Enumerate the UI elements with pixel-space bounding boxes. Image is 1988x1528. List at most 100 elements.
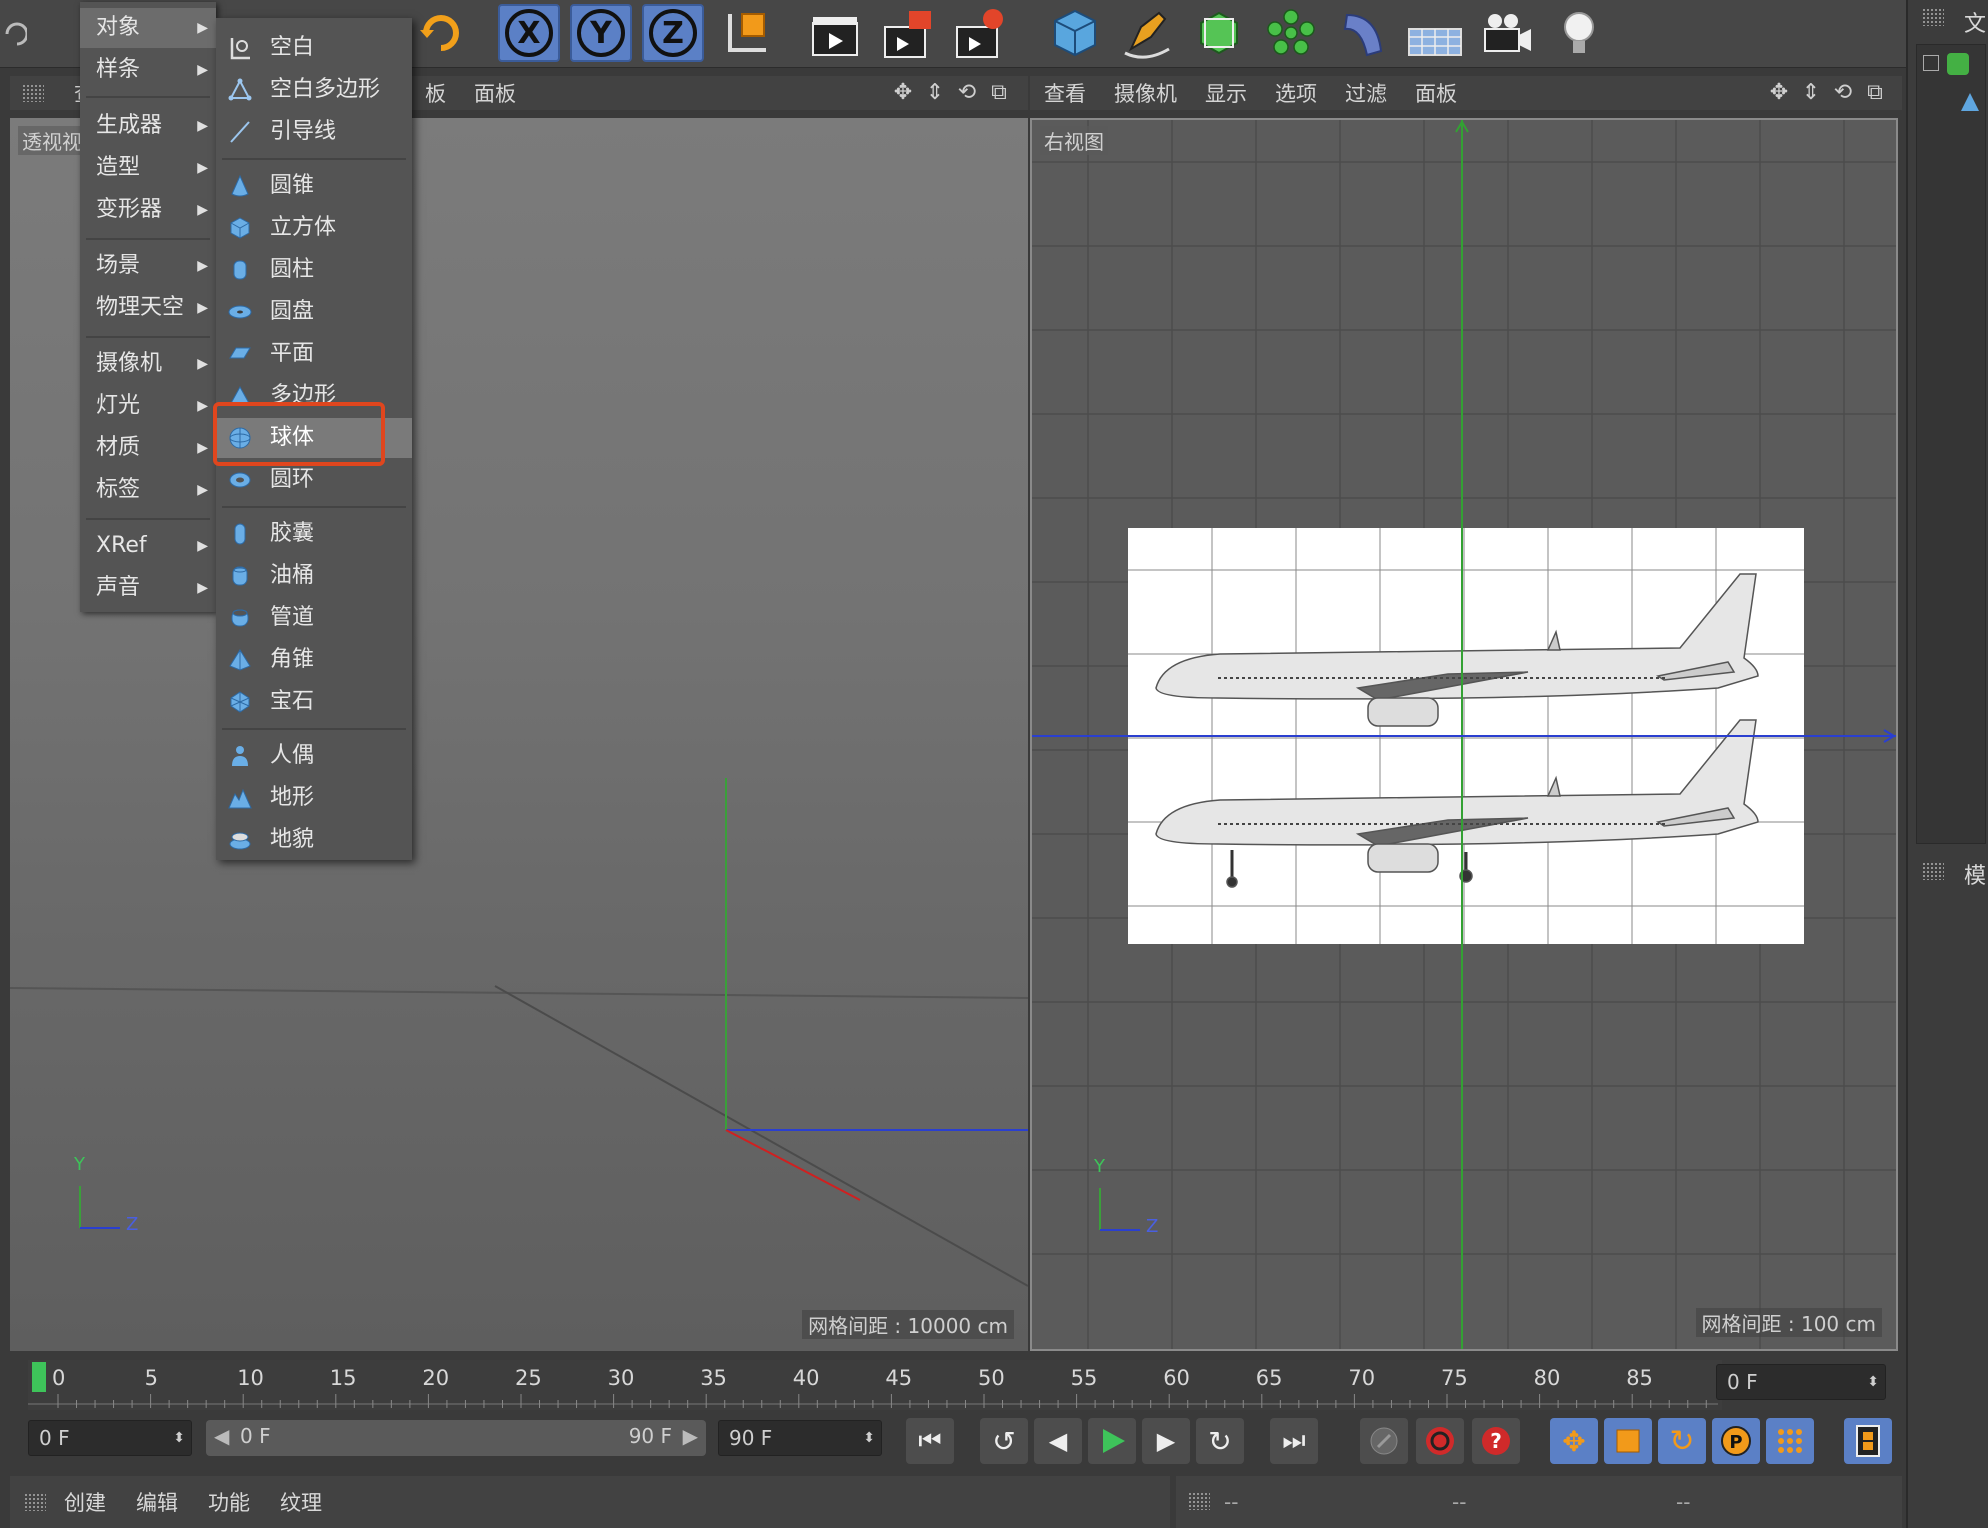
subdivision-node-icon[interactable] [1947, 53, 1969, 75]
zoom-view-icon[interactable]: ⇕ [922, 80, 948, 106]
floor-object-icon[interactable] [1404, 4, 1466, 62]
menu-item-tube[interactable]: 管道 [216, 598, 412, 638]
zoom-view-icon[interactable]: ⇕ [1798, 80, 1824, 106]
menu-item-tag[interactable]: 标签 ▶ [80, 470, 216, 510]
menu-item-oil-tank[interactable]: 油桶 [216, 556, 412, 596]
timeline-ruler[interactable]: 051015202530354045505560657075808590 [28, 1360, 1746, 1410]
go-to-end-button[interactable]: ⏭ [1270, 1418, 1318, 1464]
bend-deformer-icon[interactable] [1332, 4, 1394, 62]
previous-frame-button[interactable]: ◀ [1034, 1418, 1082, 1464]
filter-menu[interactable]: 过滤 [1345, 78, 1387, 108]
display-menu[interactable]: 显示 [1205, 78, 1247, 108]
pen-spline-icon[interactable] [1116, 4, 1178, 62]
scale-key-button[interactable] [1604, 1418, 1652, 1464]
timeline-window-button[interactable] [1844, 1418, 1892, 1464]
render-settings-icon[interactable] [948, 4, 1010, 62]
coordinates-grip-icon[interactable] [1188, 1492, 1210, 1510]
menu-item-null[interactable]: 空白 [216, 28, 412, 68]
rotate-view-icon[interactable]: ⟲ [954, 80, 980, 106]
menu-item-physical-sky[interactable]: 物理天空 ▶ [80, 288, 216, 328]
menu-item-xref[interactable]: XRef ▶ [80, 526, 216, 566]
menu-item-torus[interactable]: 圆环 [216, 460, 412, 500]
menu-item-scene[interactable]: 场景 ▶ [80, 246, 216, 286]
render-view-icon[interactable] [804, 4, 866, 62]
undo-icon[interactable] [0, 4, 30, 62]
menu-item-plane[interactable]: 平面 [216, 334, 412, 374]
menu-item-deformer[interactable]: 变形器 ▶ [80, 190, 216, 230]
next-key-button[interactable]: ↻ [1196, 1418, 1244, 1464]
render-picture-viewer-icon[interactable] [876, 4, 938, 62]
point-level-key-button[interactable] [1766, 1418, 1814, 1464]
polygon-node-icon[interactable] [1959, 91, 1981, 113]
camera-object-icon[interactable] [1476, 4, 1538, 62]
menu-item-platonic[interactable]: 宝石 [216, 682, 412, 722]
menu-item-relief[interactable]: 地貌 [216, 820, 412, 860]
cloner-icon[interactable] [1260, 4, 1322, 62]
previous-key-button[interactable]: ↺ [980, 1418, 1028, 1464]
menu-item-spline[interactable]: 样条 ▶ [80, 50, 216, 90]
camera-menu[interactable]: 摄像机 [1114, 78, 1177, 108]
light-object-icon[interactable] [1548, 4, 1610, 62]
move-view-icon[interactable]: ✥ [1766, 80, 1792, 106]
menu-item-sound[interactable]: 声音 ▶ [80, 568, 216, 608]
menu-item-cylinder[interactable]: 圆柱 [216, 250, 412, 290]
submenu-arrow-icon: ▶ [197, 202, 208, 218]
attribute-grip-icon[interactable] [1922, 862, 1944, 880]
menu-item-material[interactable]: 材质 ▶ [80, 428, 216, 468]
autokey-button[interactable] [1416, 1418, 1464, 1464]
record-keys-button[interactable] [1360, 1418, 1408, 1464]
create-menu-item[interactable]: 创建 [64, 1487, 106, 1517]
viewport-grip-icon[interactable] [22, 84, 44, 102]
maximize-view-icon[interactable]: ⧉ [1862, 80, 1888, 106]
coordinate-system-icon[interactable] [716, 4, 778, 62]
menu-item-object[interactable]: 对象 ▶ [80, 8, 216, 48]
menu-item-empty-polygon[interactable]: 空白多边形 [216, 70, 412, 110]
keyframe-selection-button[interactable]: ? [1472, 1418, 1520, 1464]
y-axis-lock-button[interactable]: Y [570, 4, 632, 62]
go-to-start-button[interactable]: ⏮ [906, 1418, 954, 1464]
tree-expand-icon[interactable] [1923, 55, 1939, 71]
right-viewport[interactable]: 右视图 Y Z 网格间距 : 100 cm [1030, 118, 1898, 1351]
menu-item-disc[interactable]: 圆盘 [216, 292, 412, 332]
panel-menu[interactable]: 面板 [474, 78, 516, 108]
menu-item-capsule[interactable]: 胶囊 [216, 514, 412, 554]
cube-object-icon[interactable] [1044, 4, 1106, 62]
menu-item-generator[interactable]: 生成器 ▶ [80, 106, 216, 146]
menu-item-light[interactable]: 灯光 ▶ [80, 386, 216, 426]
menu-item-cone[interactable]: 圆锥 [216, 166, 412, 206]
function-menu-item[interactable]: 功能 [208, 1487, 250, 1517]
stepper-icon[interactable]: ⬍ [1867, 1365, 1879, 1399]
panel-grip-icon[interactable] [1922, 8, 1944, 26]
options-menu[interactable]: 选项 [1275, 78, 1317, 108]
menu-item-guide[interactable]: 引导线 [216, 112, 412, 152]
rotate-view-icon[interactable]: ⟲ [1830, 80, 1856, 106]
texture-menu-item[interactable]: 纹理 [280, 1487, 322, 1517]
play-button[interactable] [1088, 1418, 1136, 1464]
parameter-key-button[interactable]: P [1712, 1418, 1760, 1464]
edit-menu-item[interactable]: 编辑 [136, 1487, 178, 1517]
position-key-button[interactable]: ✥ [1550, 1418, 1598, 1464]
menu-item-landscape[interactable]: 地形 [216, 778, 412, 818]
menu-item-modeling[interactable]: 造型 ▶ [80, 148, 216, 188]
z-axis-lock-button[interactable]: Z [642, 4, 704, 62]
current-frame-field[interactable]: 0 F ⬍ [1716, 1364, 1886, 1400]
object-manager-tab-label[interactable]: 文 [1964, 6, 1986, 38]
menu-item-pyramid[interactable]: 角锥 [216, 640, 412, 680]
material-grip-icon[interactable] [24, 1493, 46, 1511]
x-axis-lock-button[interactable]: X [498, 4, 560, 62]
attribute-manager-tab-label[interactable]: 模 [1964, 858, 1986, 890]
options-menu-partial[interactable]: 板 [425, 78, 446, 108]
subdivision-surface-icon[interactable] [1188, 4, 1250, 62]
maximize-view-icon[interactable]: ⧉ [986, 80, 1012, 106]
move-view-icon[interactable]: ✥ [890, 80, 916, 106]
menu-item-cube[interactable]: 立方体 [216, 208, 412, 248]
next-frame-button[interactable]: ▶ [1142, 1418, 1190, 1464]
menu-item-figure[interactable]: 人偶 [216, 736, 412, 776]
view-menu[interactable]: 查看 [1044, 78, 1086, 108]
menu-item-label: 声音 [96, 575, 141, 600]
panel-menu[interactable]: 面板 [1415, 78, 1457, 108]
menu-item-camera[interactable]: 摄像机 ▶ [80, 344, 216, 384]
rotation-key-button[interactable]: ↻ [1658, 1418, 1706, 1464]
rotate-tool-icon[interactable] [410, 4, 472, 62]
object-tree[interactable] [1916, 44, 1986, 844]
